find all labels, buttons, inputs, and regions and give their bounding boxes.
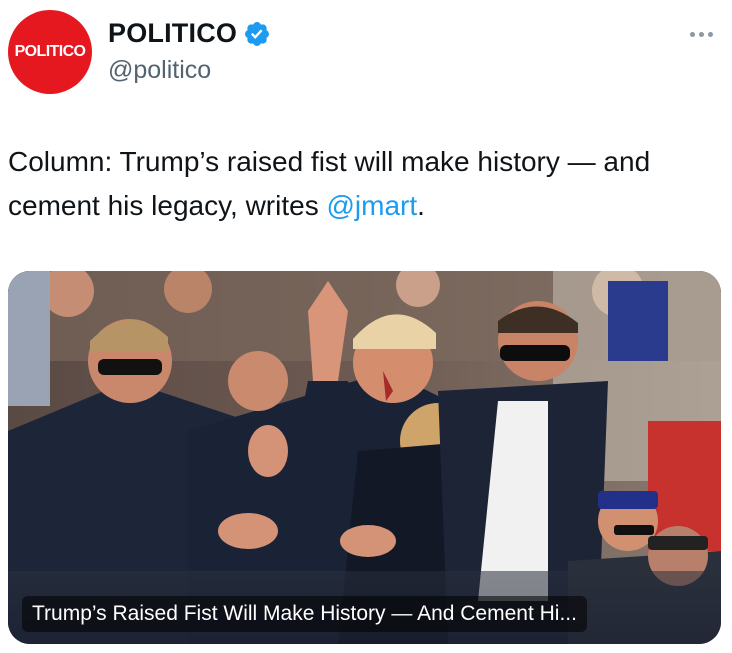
tweet-text: Column: Trump’s raised fist will make hi… — [8, 140, 720, 228]
article-photo — [8, 271, 721, 644]
display-name[interactable]: POLITICO — [108, 18, 237, 49]
mention-link[interactable]: @jmart — [327, 190, 418, 221]
more-options-icon[interactable] — [684, 22, 718, 46]
more-dot — [689, 31, 695, 37]
handle[interactable]: @politico — [108, 56, 211, 85]
verified-badge-icon — [243, 20, 271, 48]
name-row: POLITICO — [108, 18, 271, 49]
more-dot — [698, 31, 704, 37]
link-card[interactable]: Trump’s Raised Fist Will Make History — … — [8, 271, 721, 644]
tweet: POLITICO POLITICO @politico Column: Trum… — [0, 0, 732, 653]
tweet-text-end: . — [417, 190, 425, 221]
link-card-caption: Trump’s Raised Fist Will Make History — … — [22, 596, 587, 632]
avatar-logo-text: POLITICO — [14, 43, 86, 60]
more-dot — [707, 31, 713, 37]
avatar[interactable]: POLITICO — [8, 10, 92, 94]
